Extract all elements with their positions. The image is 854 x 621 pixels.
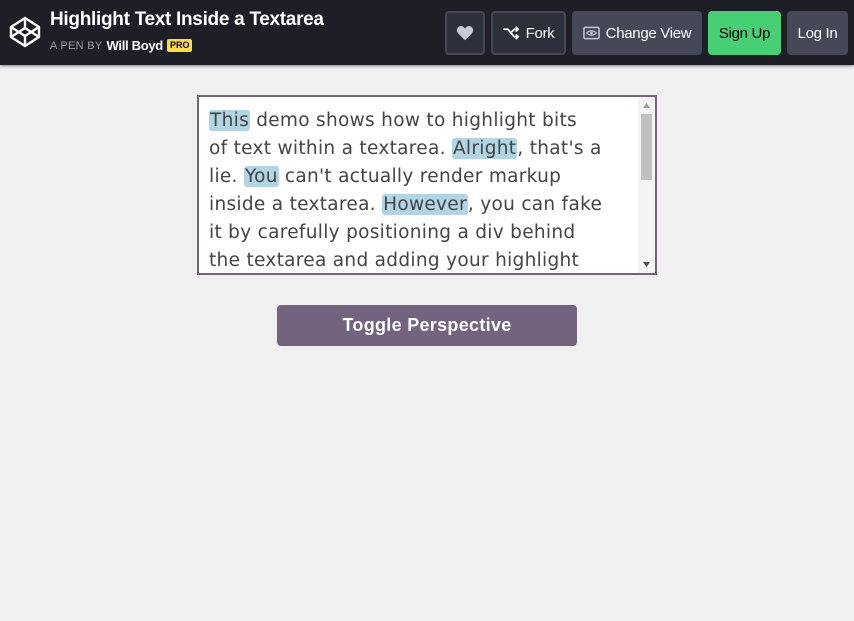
text-segment: of text within a textarea.: [209, 138, 452, 159]
codepen-logo-icon[interactable]: [9, 16, 41, 48]
change-view-button[interactable]: Change View: [572, 11, 702, 55]
text-segment: the textarea and adding your highlight: [209, 250, 580, 271]
byline: A PEN BY Will Boyd PRO: [50, 38, 193, 53]
textarea-content[interactable]: This demo shows how to highlight bits of …: [209, 107, 633, 273]
text-line: lie. You can't actually render markup: [209, 163, 633, 191]
text-segment: , that's a: [517, 138, 602, 159]
highlight-textarea[interactable]: This demo shows how to highlight bits of …: [197, 95, 657, 275]
text-line: it by carefully positioning a div behind: [209, 219, 633, 247]
textarea-scrollbar[interactable]: [638, 97, 655, 273]
fork-button[interactable]: Fork: [491, 11, 566, 55]
highlighted-word: Alright: [451, 138, 518, 159]
log-in-button[interactable]: Log In: [787, 11, 848, 55]
text-segment: inside a textarea.: [209, 194, 383, 215]
heart-button[interactable]: [445, 11, 485, 55]
scroll-up-arrow-icon[interactable]: [638, 97, 655, 114]
fork-label: Fork: [525, 24, 555, 42]
text-line: of text within a textarea. Alright, that…: [209, 135, 633, 163]
highlighted-word: However: [382, 194, 468, 215]
text-segment: lie.: [209, 166, 244, 187]
text-line: inside a textarea. However, you can fake: [209, 191, 633, 219]
scroll-thumb[interactable]: [641, 114, 652, 180]
eye-icon: [582, 26, 600, 40]
byline-prefix: A PEN BY: [50, 39, 103, 52]
text-line: This demo shows how to highlight bits: [209, 107, 633, 135]
sign-up-button[interactable]: Sign Up: [708, 11, 781, 55]
pro-badge: PRO: [166, 39, 193, 52]
fork-icon: [502, 26, 519, 40]
author-link[interactable]: Will Boyd: [107, 38, 164, 53]
text-line: the textarea and adding your highlight: [209, 247, 633, 273]
highlighted-word: You: [243, 166, 279, 187]
text-segment: it by carefully positioning a div behind: [209, 222, 576, 243]
top-bar: Highlight Text Inside a Textarea A PEN B…: [0, 0, 854, 65]
text-segment: demo shows how to highlight bits: [250, 110, 577, 131]
change-view-label: Change View: [605, 24, 692, 42]
text-segment: can't actually render markup: [278, 166, 562, 187]
pen-title: Highlight Text Inside a Textarea: [50, 9, 324, 30]
text-segment: , you can fake: [467, 194, 603, 215]
highlighted-word: This: [209, 110, 251, 131]
toggle-perspective-button[interactable]: Toggle Perspective: [277, 305, 577, 346]
heart-icon: [456, 26, 474, 41]
scroll-down-arrow-icon[interactable]: [638, 256, 655, 273]
